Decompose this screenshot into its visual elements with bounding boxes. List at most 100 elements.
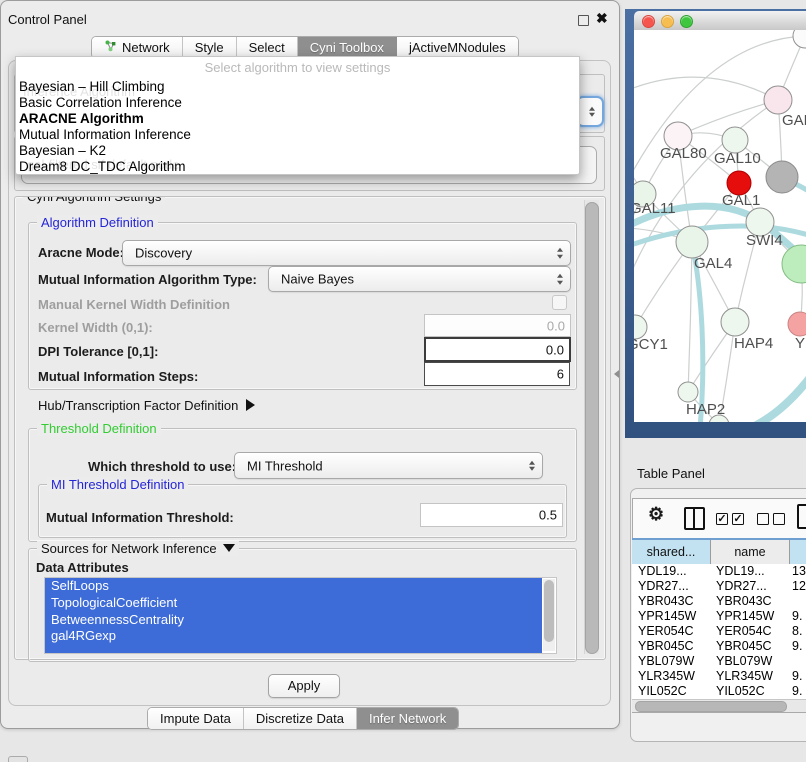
close-traffic-light[interactable] xyxy=(642,15,655,28)
table-row[interactable]: YPR145WYPR145W9. xyxy=(632,609,806,624)
list-scrollbar-track[interactable] xyxy=(543,579,555,651)
node-label: GAL xyxy=(782,112,806,129)
table-cell: 12 xyxy=(792,579,806,594)
table-row[interactable]: YDL19...YDL19...13 xyxy=(632,564,806,579)
table-cell: YBR045C xyxy=(716,639,772,654)
network-edge[interactable] xyxy=(634,77,778,100)
panel-divider-handle[interactable] xyxy=(614,370,619,378)
kernel-width-field[interactable]: 0.0 xyxy=(424,314,571,337)
network-edge-highlighted[interactable] xyxy=(746,372,806,422)
attribute-item[interactable]: SelfLoops xyxy=(45,578,542,595)
tab-network[interactable]: Network xyxy=(92,37,183,58)
mi-type-select[interactable]: Naive Bayes xyxy=(268,266,571,292)
tab-label: Infer Network xyxy=(369,710,446,727)
network-node[interactable] xyxy=(793,30,806,48)
table-row[interactable]: YER054CYER054C8. xyxy=(632,624,806,639)
list-scrollbar-thumb[interactable] xyxy=(544,580,554,642)
table-cell: YPR145W xyxy=(638,609,696,624)
apply-button[interactable]: Apply xyxy=(268,674,340,698)
network-node-gal[interactable] xyxy=(764,86,792,114)
mi-steps-field[interactable]: 6 xyxy=(424,362,570,386)
tab-label: jActiveMNodules xyxy=(409,39,506,56)
tab-impute-data[interactable]: Impute Data xyxy=(148,708,244,729)
dpi-tolerance-field[interactable]: 0.0 xyxy=(424,337,571,362)
attribute-item-partial[interactable] xyxy=(45,645,542,654)
table-row[interactable]: YBR043CYBR043C xyxy=(632,594,806,609)
split-table-icon[interactable] xyxy=(684,507,705,530)
network-node-y[interactable] xyxy=(788,312,806,336)
kernel-width-label: Kernel Width (0,1): xyxy=(38,320,153,335)
network-node-gal4[interactable] xyxy=(676,226,708,258)
table-cell: YDR27... xyxy=(716,579,767,594)
hub-definition-toggle[interactable]: Hub/Transcription Factor Definition xyxy=(38,398,255,413)
tab-jactivemnodules[interactable]: jActiveMNodules xyxy=(397,37,518,58)
network-window-titlebar[interactable] xyxy=(634,11,806,31)
stepper-icon xyxy=(557,274,563,285)
node-label: GCY1 xyxy=(634,336,668,353)
minimize-traffic-light[interactable] xyxy=(661,15,674,28)
gear-icon[interactable]: ⚙ xyxy=(648,504,664,525)
network-node-hap4[interactable] xyxy=(721,308,749,336)
float-window-icon[interactable] xyxy=(578,15,589,26)
which-threshold-value: MI Threshold xyxy=(247,458,323,473)
zoom-traffic-light[interactable] xyxy=(680,15,693,28)
tab-select[interactable]: Select xyxy=(237,37,298,58)
column-header-shared[interactable]: shared... xyxy=(632,540,711,564)
node-label: GAL1 xyxy=(722,192,760,209)
tab-style[interactable]: Style xyxy=(183,37,237,58)
attribute-item[interactable]: TopologicalCoefficient xyxy=(45,595,542,612)
attribute-item[interactable]: BetweennessCentrality xyxy=(45,612,542,629)
tab-infer-network[interactable]: Infer Network xyxy=(357,708,458,729)
algorithm-option[interactable]: ARACNE Algorithm xyxy=(16,111,579,127)
unchecked-checkbox-icon[interactable] xyxy=(757,513,769,525)
checked-checkbox-icon[interactable]: ✓ xyxy=(732,513,744,525)
network-node-hap2[interactable] xyxy=(678,382,698,402)
table-cell: 8. xyxy=(792,624,802,639)
algorithm-option[interactable]: Mutual Information Inference xyxy=(16,127,579,143)
checked-checkbox-icon[interactable]: ✓ xyxy=(716,513,728,525)
network-graph[interactable]: GALGAL80GAL10GAL1GAL11SWI4GAL4GCY1HAP4YH… xyxy=(634,30,806,422)
which-threshold-label: Which threshold to use: xyxy=(88,459,236,474)
network-edge[interactable] xyxy=(688,242,692,392)
tab-discretize-data[interactable]: Discretize Data xyxy=(244,708,357,729)
table-hscrollbar-thumb[interactable] xyxy=(635,701,787,712)
attribute-item[interactable]: gal4RGexp xyxy=(45,628,542,645)
table-row[interactable]: YLR345WYLR345W9. xyxy=(632,669,806,684)
algorithm-dropdown-popup: Select algorithm to view settings Bayesi… xyxy=(15,56,580,175)
data-attributes-label: Data Attributes xyxy=(36,560,129,575)
manual-kernel-label: Manual Kernel Width Definition xyxy=(38,297,230,312)
network-node[interactable] xyxy=(782,245,806,283)
stepper-icon xyxy=(529,460,535,471)
column-header-partial[interactable] xyxy=(790,540,806,564)
table-row[interactable]: YBR045CYBR045C9. xyxy=(632,639,806,654)
table-row[interactable]: YDR27... YDR27... 12 xyxy=(632,579,806,594)
tab-cyni-toolbox[interactable]: Cyni Toolbox xyxy=(298,37,397,58)
data-attributes-list[interactable]: SelfLoopsTopologicalCoefficientBetweenne… xyxy=(44,577,557,654)
combo-stepper-icon xyxy=(589,106,595,117)
table-row[interactable]: YBL079WYBL079W xyxy=(632,654,806,669)
column-header-name[interactable]: name xyxy=(711,540,790,564)
close-icon[interactable]: ✖ xyxy=(596,10,608,27)
mi-threshold-field[interactable]: 0.5 xyxy=(420,503,563,527)
aracne-mode-select[interactable]: Discovery xyxy=(122,240,571,266)
sources-legend[interactable]: Sources for Network Inference xyxy=(37,541,239,556)
settings-scrollbar-thumb[interactable] xyxy=(585,202,599,654)
collapsed-panel-icon[interactable] xyxy=(8,756,28,762)
table-cell: 9. xyxy=(792,684,802,699)
unchecked-checkbox-icon[interactable] xyxy=(773,513,785,525)
table-header-row: shared... name xyxy=(632,538,806,566)
aracne-mode-label: Aracne Mode: xyxy=(38,245,124,260)
node-label: Y xyxy=(795,335,805,352)
manual-kernel-checkbox[interactable] xyxy=(552,295,567,310)
document-icon[interactable] xyxy=(797,504,806,529)
algorithm-combo-focus-fragment[interactable] xyxy=(576,96,604,127)
table-cell: YER054C xyxy=(638,624,694,639)
network-node[interactable] xyxy=(766,161,798,193)
table-cell: YDR27... xyxy=(638,579,689,594)
table-row[interactable]: YIL052CYIL052C9. xyxy=(632,684,806,699)
table-cell: YLR345W xyxy=(716,669,773,684)
mi-steps-value: 6 xyxy=(557,367,564,382)
node-label: GAL4 xyxy=(694,255,732,272)
network-canvas[interactable]: GALGAL80GAL10GAL1GAL11SWI4GAL4GCY1HAP4YH… xyxy=(634,30,806,422)
which-threshold-select[interactable]: MI Threshold xyxy=(234,452,543,479)
